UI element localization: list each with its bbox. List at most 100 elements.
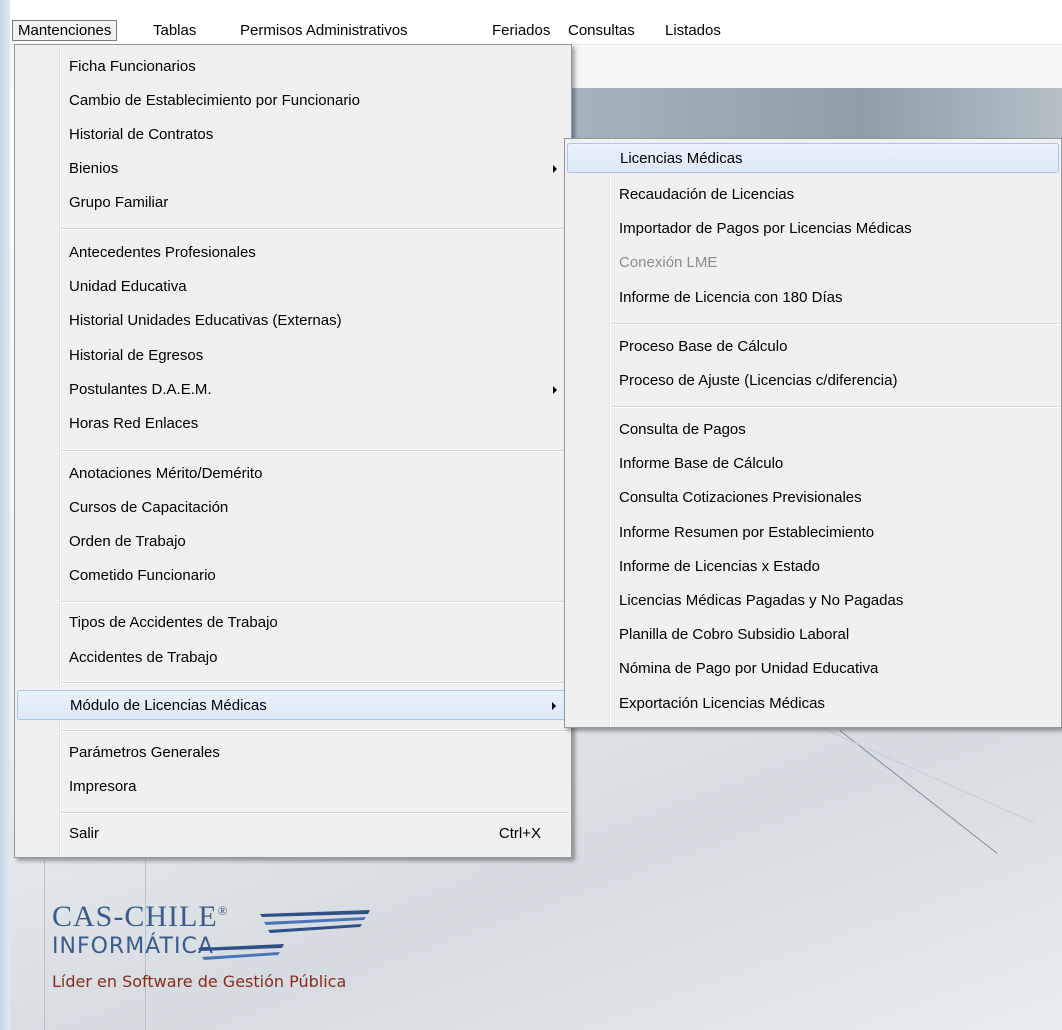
menu-item-label: Accidentes de Trabajo: [69, 649, 218, 666]
submenu-item-nomina-pago[interactable]: Nómina de Pago por Unidad Educativa: [567, 654, 1059, 684]
menu-item-label: Licencias Médicas Pagadas y No Pagadas: [619, 592, 904, 609]
menu-item-horas-red-enlaces[interactable]: Horas Red Enlaces: [17, 409, 569, 439]
menu-item-label: Consulta Cotizaciones Previsionales: [619, 489, 862, 506]
menu-separator: [61, 228, 569, 230]
menu-item-label: Planilla de Cobro Subsidio Laboral: [619, 626, 850, 643]
menu-item-label: Proceso Base de Cálculo: [619, 338, 788, 355]
menu-separator: [61, 450, 569, 452]
menu-item-label: Horas Red Enlaces: [69, 415, 199, 432]
submenu-item-informe-base-calculo[interactable]: Informe Base de Cálculo: [567, 449, 1059, 479]
submenu-item-licencias-pagadas[interactable]: Licencias Médicas Pagadas y No Pagadas: [567, 586, 1059, 616]
logo-title: CAS-CHILE®: [52, 900, 229, 934]
logo-swoosh-small-icon: [198, 944, 284, 960]
menu-item-label: Informe de Licencias x Estado: [619, 558, 820, 575]
submenu-item-proceso-ajuste[interactable]: Proceso de Ajuste (Licencias c/diferenci…: [567, 366, 1059, 396]
menu-item-label: Cambio de Establecimiento por Funcionari…: [69, 92, 360, 109]
menu-item-cambio-establecimiento[interactable]: Cambio de Establecimiento por Funcionari…: [17, 86, 569, 116]
menu-item-historial-contratos[interactable]: Historial de Contratos: [17, 120, 569, 150]
menu-item-anotaciones[interactable]: Anotaciones Mérito/Demérito: [17, 459, 569, 489]
menu-consultas[interactable]: Consultas: [563, 20, 640, 41]
menu-item-historial-unidades-educativas[interactable]: Historial Unidades Educativas (Externas): [17, 306, 569, 336]
menu-item-ficha-funcionarios[interactable]: Ficha Funcionarios: [17, 52, 569, 82]
menu-mantenciones[interactable]: Mantenciones: [12, 20, 118, 41]
menu-item-label: Unidad Educativa: [69, 278, 187, 295]
menu-item-impresora[interactable]: Impresora: [17, 772, 569, 802]
logo-registered-mark: ®: [217, 903, 229, 918]
submenu-item-informe-licencias-estado[interactable]: Informe de Licencias x Estado: [567, 552, 1059, 582]
menu-item-antecedentes-profesionales[interactable]: Antecedentes Profesionales: [17, 238, 569, 268]
menu-tablas[interactable]: Tablas: [148, 20, 201, 41]
menu-separator: [611, 406, 1059, 408]
menu-item-postulantes-daem[interactable]: Postulantes D.A.E.M.: [17, 375, 569, 405]
menu-item-orden-trabajo[interactable]: Orden de Trabajo: [17, 527, 569, 557]
submenu-item-planilla-cobro[interactable]: Planilla de Cobro Subsidio Laboral: [567, 620, 1059, 650]
menu-item-label: Exportación Licencias Médicas: [619, 695, 825, 712]
menu-item-label: Historial Unidades Educativas (Externas): [69, 312, 342, 329]
menu-listados[interactable]: Listados: [660, 20, 726, 41]
menu-item-label: Nómina de Pago por Unidad Educativa: [619, 660, 879, 677]
menu-item-label: Postulantes D.A.E.M.: [69, 381, 212, 398]
submenu-item-informe-resumen[interactable]: Informe Resumen por Establecimiento: [567, 518, 1059, 548]
menu-separator: [61, 601, 569, 603]
menu-item-shortcut: Ctrl+X: [498, 825, 541, 842]
submenu-arrow-icon: [553, 386, 557, 394]
submenu-item-consulta-cotizaciones[interactable]: Consulta Cotizaciones Previsionales: [567, 483, 1059, 513]
menu-item-label: Informe Base de Cálculo: [619, 455, 784, 472]
submenu-item-proceso-base-calculo[interactable]: Proceso Base de Cálculo: [567, 332, 1059, 362]
menu-item-label: Conexión LME: [619, 254, 718, 271]
logo-subtitle: INFORMÁTICA: [52, 934, 214, 959]
menu-item-label: Informe Resumen por Establecimiento: [619, 524, 875, 541]
menu-item-cursos-capacitacion[interactable]: Cursos de Capacitación: [17, 493, 569, 523]
menu-item-salir[interactable]: Salir Ctrl+X: [17, 819, 569, 849]
menu-item-label: Historial de Contratos: [69, 126, 214, 143]
menu-item-parametros-generales[interactable]: Parámetros Generales: [17, 738, 569, 768]
submenu-item-recaudacion-licencias[interactable]: Recaudación de Licencias: [567, 180, 1059, 210]
menu-permisos-administrativos[interactable]: Permisos Administrativos: [235, 20, 413, 41]
window-frame-left: [0, 0, 10, 1030]
menu-separator: [61, 812, 569, 814]
menu-item-label: Salir: [69, 825, 100, 842]
menu-item-label: Historial de Egresos: [69, 347, 204, 364]
menu-item-label: Orden de Trabajo: [69, 533, 186, 550]
submenu-item-licencias-medicas[interactable]: Licencias Médicas: [567, 143, 1059, 173]
menu-item-cometido-funcionario[interactable]: Cometido Funcionario: [17, 561, 569, 591]
submenu-arrow-icon: [553, 165, 557, 173]
menu-item-grupo-familiar[interactable]: Grupo Familiar: [17, 188, 569, 218]
mantenciones-dropdown: Ficha Funcionarios Cambio de Establecimi…: [14, 44, 572, 858]
menu-item-modulo-licencias-medicas[interactable]: Módulo de Licencias Médicas: [17, 690, 569, 720]
menu-item-label: Importador de Pagos por Licencias Médica…: [619, 220, 912, 237]
menu-item-label: Cometido Funcionario: [69, 567, 216, 584]
menu-feriados[interactable]: Feriados: [487, 20, 555, 41]
menu-item-label: Grupo Familiar: [69, 194, 169, 211]
logo-name: CAS-CHILE: [52, 900, 218, 933]
menu-item-label: Ficha Funcionarios: [69, 58, 196, 75]
decor-line: [44, 860, 45, 1030]
logo-tagline: Líder en Software de Gestión Pública: [52, 972, 347, 991]
submenu-item-importador-pagos[interactable]: Importador de Pagos por Licencias Médica…: [567, 214, 1059, 244]
menu-item-label: Antecedentes Profesionales: [69, 244, 256, 261]
menu-item-accidentes-trabajo[interactable]: Accidentes de Trabajo: [17, 643, 569, 673]
menu-item-tipos-accidentes[interactable]: Tipos de Accidentes de Trabajo: [17, 608, 569, 638]
menu-item-label: Consulta de Pagos: [619, 421, 746, 438]
menu-item-label: Impresora: [69, 778, 137, 795]
menu-separator: [61, 730, 569, 732]
licencias-medicas-submenu: Licencias Médicas Recaudación de Licenci…: [564, 138, 1062, 728]
menu-separator: [611, 323, 1059, 325]
menu-item-historial-egresos[interactable]: Historial de Egresos: [17, 341, 569, 371]
menu-separator: [61, 682, 569, 684]
submenu-item-consulta-pagos[interactable]: Consulta de Pagos: [567, 415, 1059, 445]
menu-item-label: Informe de Licencia con 180 Días: [619, 289, 843, 306]
menu-bar: Mantenciones Tablas Permisos Administrat…: [10, 17, 1062, 45]
submenu-item-exportacion-licencias[interactable]: Exportación Licencias Médicas: [567, 689, 1059, 719]
menu-item-label: Licencias Médicas: [620, 150, 743, 167]
menu-item-bienios[interactable]: Bienios: [17, 154, 569, 184]
menu-item-label: Proceso de Ajuste (Licencias c/diferenci…: [619, 372, 898, 389]
header-banner: [570, 88, 1062, 144]
menu-item-label: Tipos de Accidentes de Trabajo: [69, 614, 278, 631]
submenu-item-informe-180-dias[interactable]: Informe de Licencia con 180 Días: [567, 283, 1059, 313]
menu-item-label: Parámetros Generales: [69, 744, 220, 761]
menu-item-label: Bienios: [69, 160, 119, 177]
menu-item-unidad-educativa[interactable]: Unidad Educativa: [17, 272, 569, 302]
application-window: CAS-CHILE® INFORMÁTICA Líder en Software…: [0, 0, 1062, 1030]
menu-item-label: Anotaciones Mérito/Demérito: [69, 465, 263, 482]
